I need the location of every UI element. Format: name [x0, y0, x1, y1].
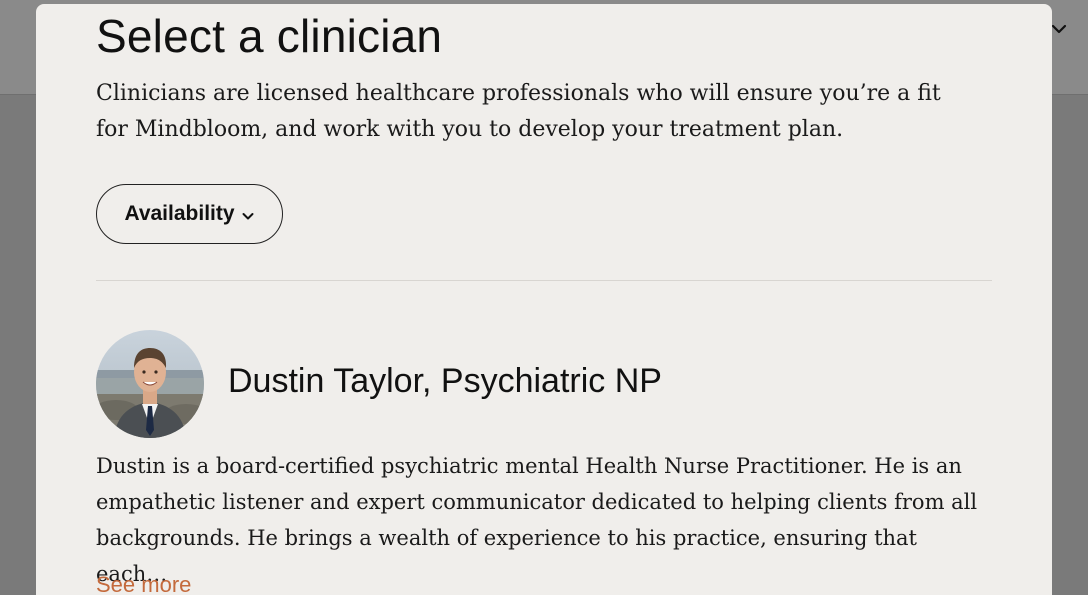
- clinician-name[interactable]: Dustin Taylor, Psychiatric NP: [228, 359, 662, 403]
- clinician-avatar: [96, 330, 204, 438]
- see-more-link[interactable]: See more: [96, 570, 191, 595]
- clinician-bio: Dustin is a board-certified psychiatric …: [96, 454, 978, 586]
- divider: [96, 280, 992, 281]
- availability-filter-button[interactable]: Availability: [96, 184, 283, 244]
- select-clinician-modal: Select a clinician Clinicians are licens…: [36, 4, 1052, 595]
- availability-filter-label: Availability: [124, 202, 235, 225]
- chevron-down-icon: [242, 212, 254, 219]
- modal-subtitle: Clinicians are licensed healthcare profe…: [96, 81, 941, 142]
- clinician-photo: [96, 330, 204, 438]
- modal-title: Select a clinician: [96, 10, 443, 62]
